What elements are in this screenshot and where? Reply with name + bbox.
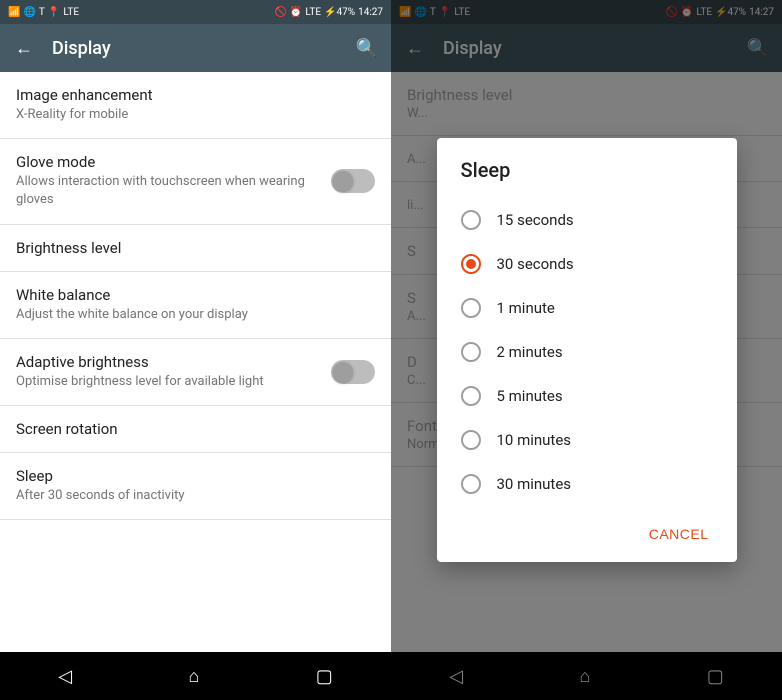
label-2m: 2 minutes bbox=[497, 343, 563, 361]
white-balance-title: White balance bbox=[16, 286, 375, 304]
t-icon: T bbox=[39, 7, 45, 18]
dialog-option-30m[interactable]: 30 minutes bbox=[437, 462, 737, 506]
left-nav-bar: ◁ ⌂ ▢ bbox=[0, 652, 391, 700]
battery-icon: ⚡47% bbox=[324, 7, 355, 18]
image-enhancement-title: Image enhancement bbox=[16, 86, 375, 104]
lte2-icon: LTE bbox=[305, 7, 321, 18]
dialog-option-15s[interactable]: 15 seconds bbox=[437, 198, 737, 242]
alarm-icon: ⏰ bbox=[290, 7, 302, 18]
settings-item-white-balance[interactable]: White balance Adjust the white balance o… bbox=[0, 272, 391, 339]
left-toolbar-title: Display bbox=[52, 38, 355, 59]
settings-item-glove-mode[interactable]: Glove mode Allows interaction with touch… bbox=[0, 139, 391, 224]
left-status-right: 🚫 ⏰ LTE ⚡47% 14:27 bbox=[274, 7, 383, 18]
left-settings-list: Image enhancement X-Reality for mobile G… bbox=[0, 72, 391, 652]
glove-mode-title: Glove mode bbox=[16, 153, 331, 171]
radio-10m[interactable] bbox=[461, 430, 481, 450]
left-back-nav[interactable]: ◁ bbox=[42, 658, 88, 695]
settings-item-sleep[interactable]: Sleep After 30 seconds of inactivity bbox=[0, 453, 391, 520]
dialog-option-30s[interactable]: 30 seconds bbox=[437, 242, 737, 286]
left-panel: 📶 🌐 T 📍 LTE 🚫 ⏰ LTE ⚡47% 14:27 ← Display… bbox=[0, 0, 391, 700]
left-status-icons: 📶 🌐 T 📍 LTE bbox=[8, 7, 79, 18]
no-sim-icon: 🚫 bbox=[274, 7, 286, 18]
label-10m: 10 minutes bbox=[497, 431, 572, 449]
adaptive-brightness-title: Adaptive brightness bbox=[16, 353, 331, 371]
label-15s: 15 seconds bbox=[497, 211, 574, 229]
left-back-button[interactable]: ← bbox=[12, 36, 36, 60]
dialog-option-10m[interactable]: 10 minutes bbox=[437, 418, 737, 462]
signal-icon: 📶 bbox=[8, 7, 20, 18]
label-30s: 30 seconds bbox=[497, 255, 574, 273]
left-status-bar: 📶 🌐 T 📍 LTE 🚫 ⏰ LTE ⚡47% 14:27 bbox=[0, 0, 391, 24]
radio-15s[interactable] bbox=[461, 210, 481, 230]
sleep-title: Sleep bbox=[16, 467, 375, 485]
glove-mode-toggle[interactable] bbox=[331, 169, 375, 193]
sleep-subtitle: After 30 seconds of inactivity bbox=[16, 487, 375, 505]
image-enhancement-subtitle: X-Reality for mobile bbox=[16, 106, 375, 124]
dialog-option-2m[interactable]: 2 minutes bbox=[437, 330, 737, 374]
white-balance-subtitle: Adjust the white balance on your display bbox=[16, 306, 375, 324]
adaptive-brightness-toggle[interactable] bbox=[331, 360, 375, 384]
label-5m: 5 minutes bbox=[497, 387, 563, 405]
label-1m: 1 minute bbox=[497, 299, 555, 317]
left-toolbar: ← Display 🔍 bbox=[0, 24, 391, 72]
dialog-title: Sleep bbox=[437, 138, 737, 194]
maps-icon: 📍 bbox=[48, 7, 60, 18]
settings-item-brightness-level[interactable]: Brightness level bbox=[0, 225, 391, 272]
wifi-icon: 🌐 bbox=[23, 7, 35, 18]
glove-mode-subtitle: Allows interaction with touchscreen when… bbox=[16, 173, 331, 209]
settings-item-adaptive-brightness[interactable]: Adaptive brightness Optimise brightness … bbox=[0, 339, 391, 406]
label-30m: 30 minutes bbox=[497, 475, 572, 493]
settings-item-screen-rotation[interactable]: Screen rotation bbox=[0, 406, 391, 453]
brightness-level-title: Brightness level bbox=[16, 239, 375, 257]
dialog-options: 15 seconds 30 seconds 1 minute 2 minutes bbox=[437, 194, 737, 510]
dialog-cancel-button[interactable]: CANCEL bbox=[637, 518, 721, 550]
sleep-dialog: Sleep 15 seconds 30 seconds 1 minute 2 m… bbox=[437, 138, 737, 562]
lte-icon: LTE bbox=[63, 7, 79, 18]
settings-item-image-enhancement[interactable]: Image enhancement X-Reality for mobile bbox=[0, 72, 391, 139]
left-recents-nav[interactable]: ▢ bbox=[300, 658, 349, 695]
dialog-actions: CANCEL bbox=[437, 510, 737, 562]
left-search-button[interactable]: 🔍 bbox=[355, 36, 379, 60]
dialog-option-5m[interactable]: 5 minutes bbox=[437, 374, 737, 418]
left-home-nav[interactable]: ⌂ bbox=[172, 658, 215, 695]
radio-2m[interactable] bbox=[461, 342, 481, 362]
screen-rotation-title: Screen rotation bbox=[16, 420, 375, 438]
radio-30m[interactable] bbox=[461, 474, 481, 494]
radio-5m[interactable] bbox=[461, 386, 481, 406]
dialog-option-1m[interactable]: 1 minute bbox=[437, 286, 737, 330]
dialog-overlay: Sleep 15 seconds 30 seconds 1 minute 2 m… bbox=[391, 0, 782, 700]
right-panel: 📶 🌐 T 📍 LTE 🚫 ⏰ LTE ⚡47% 14:27 ← Display… bbox=[391, 0, 782, 700]
radio-1m[interactable] bbox=[461, 298, 481, 318]
radio-30s[interactable] bbox=[461, 254, 481, 274]
left-time: 14:27 bbox=[358, 7, 383, 18]
adaptive-brightness-subtitle: Optimise brightness level for available … bbox=[16, 373, 331, 391]
